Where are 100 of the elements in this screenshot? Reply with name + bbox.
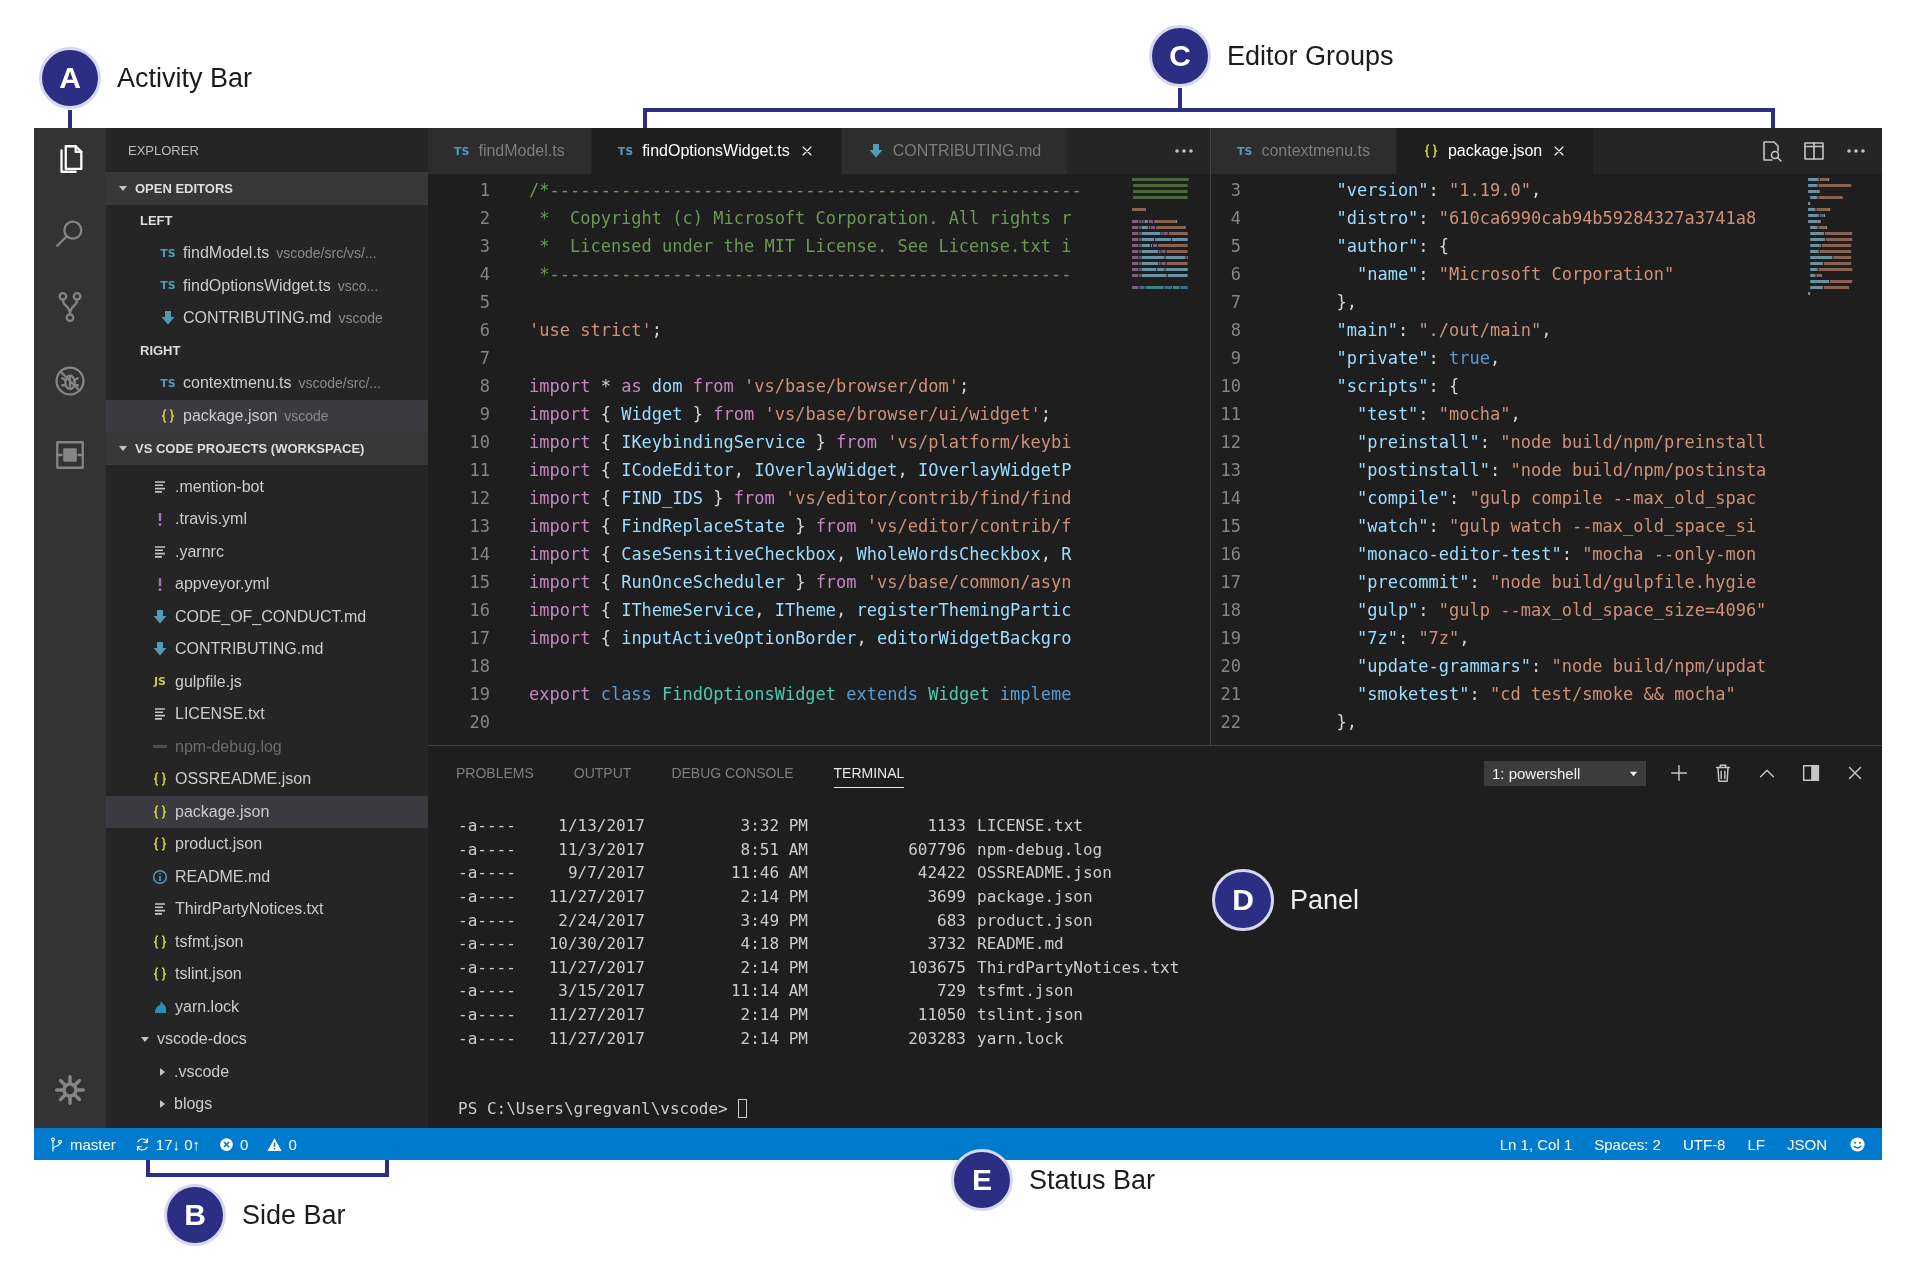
file-type-label: TS: [160, 376, 176, 390]
file-item[interactable]: .yarnrc: [106, 535, 428, 568]
file-type-label: TS: [160, 279, 176, 293]
code-line: * Copyright (c) Microsoft Corporation. All rights r: [538, 208, 1072, 228]
file-item[interactable]: yarn.lock: [106, 990, 428, 1023]
search-document-icon[interactable]: [1760, 139, 1784, 163]
file-item[interactable]: README.md: [106, 860, 428, 893]
editor-tab[interactable]: TS findModel.ts: [428, 128, 592, 174]
braces-icon: [152, 771, 168, 788]
file-item[interactable]: tslint.json: [106, 958, 428, 991]
file-item[interactable]: .mention-bot: [106, 470, 428, 503]
file-size: 3699: [926, 887, 966, 907]
file-item[interactable]: LICENSE.txt: [106, 698, 428, 731]
line-number: 19: [468, 684, 490, 704]
line-number: 5: [1229, 236, 1241, 256]
smiley-icon: [1849, 1135, 1866, 1153]
editor-tab[interactable]: TS contextmenu.ts: [1211, 128, 1397, 174]
line-number: 7: [1229, 292, 1241, 312]
open-editor-item[interactable]: TS findModel.ts vscode/src/vs/...: [106, 237, 428, 270]
callout-badge: B: [164, 1184, 226, 1246]
line-number: 4: [1229, 208, 1241, 228]
file-date: 11/27/2017: [547, 1028, 645, 1048]
settings-icon[interactable]: [54, 1074, 86, 1106]
open-editor-item[interactable]: TS contextmenu.ts vscode/src/...: [106, 367, 428, 400]
open-editor-item[interactable]: package.json vscode: [106, 399, 428, 432]
warnings-button[interactable]: 0: [266, 1135, 297, 1153]
editor-tab[interactable]: package.json: [1396, 128, 1595, 174]
file-item[interactable]: product.json: [106, 828, 428, 861]
file-item[interactable]: tsfmt.json: [106, 925, 428, 958]
code-line: "compile": "gulp compile --max_old_spac: [1355, 488, 1757, 508]
line-number: 9: [478, 404, 490, 424]
panel-tab[interactable]: OUTPUT: [573, 758, 632, 788]
folder-item[interactable]: blogs: [106, 1088, 428, 1121]
status-item[interactable]: JSON: [1787, 1135, 1827, 1153]
panel-tab[interactable]: DEBUG CONSOLE: [671, 758, 794, 788]
panel-tab[interactable]: TERMINAL: [833, 758, 905, 788]
section-header[interactable]: OPEN EDITORS: [106, 172, 428, 205]
line-number: 1: [478, 180, 490, 200]
group-label: LEFT: [139, 212, 174, 231]
panel-tab[interactable]: PROBLEMS: [456, 758, 534, 788]
split-editor-icon[interactable]: [1802, 139, 1826, 163]
caret-icon[interactable]: [157, 1099, 167, 1110]
caret-icon[interactable]: [157, 1066, 167, 1077]
open-editor-item[interactable]: CONTRIBUTING.md vscode: [106, 302, 428, 335]
sync-button[interactable]: 17↓ 0↑: [133, 1135, 201, 1153]
code-line: "private": true,: [1335, 348, 1501, 368]
braces-icon: [152, 803, 168, 820]
code-line: export class FindOptionsWidget extends Widget impleme: [529, 684, 1072, 704]
code-line: import { IThemeService, ITheme, registerThemingPartic: [529, 600, 1072, 620]
plus-icon[interactable]: [1668, 762, 1690, 784]
status-item[interactable]: UTF-8: [1682, 1135, 1726, 1153]
folder-item[interactable]: vscode-docs: [106, 1023, 428, 1056]
bar-icon: [152, 745, 168, 749]
editor-tab[interactable]: TS findOptionsWidget.ts: [591, 128, 842, 174]
callout-badge: A: [39, 47, 101, 109]
file-path: vscode: [338, 310, 383, 327]
feedback-button[interactable]: [1849, 1135, 1866, 1153]
file-name: README.md: [976, 934, 1064, 954]
file-item[interactable]: CODE_OF_CONDUCT.md: [106, 600, 428, 633]
callout-badge: E: [951, 1149, 1013, 1211]
code-line: "scripts": {: [1335, 376, 1460, 396]
open-editor-item[interactable]: TS findOptionsWidget.ts vsco...: [106, 269, 428, 302]
status-item[interactable]: LF: [1747, 1135, 1765, 1153]
line-number: 20: [468, 712, 490, 732]
callout-label: Activity Bar: [117, 62, 253, 94]
tab-title: CONTRIBUTING.md: [892, 142, 1042, 160]
line-number: 3: [478, 236, 490, 256]
problems-button[interactable]: 0: [218, 1135, 249, 1153]
file-mode: -a----: [458, 816, 517, 836]
extensions-icon[interactable]: [53, 438, 87, 472]
line-number: 4: [478, 264, 490, 284]
line-number: 13: [1219, 460, 1241, 480]
line-number: 5: [478, 292, 490, 312]
file-item[interactable]: ThirdPartyNotices.txt: [106, 893, 428, 926]
terminal-dropdown[interactable]: 1: powershell: [1484, 760, 1646, 786]
code-line: },: [1335, 292, 1357, 312]
file-item[interactable]: CONTRIBUTING.md: [106, 633, 428, 666]
line-number: 10: [1219, 376, 1241, 396]
file-date: 11/3/2017: [557, 839, 645, 859]
file-size: 42422: [916, 863, 966, 883]
file-item[interactable]: JS gulpfile.js: [106, 665, 428, 698]
file-item[interactable]: package.json: [106, 795, 428, 828]
folder-item[interactable]: .vscode: [106, 1055, 428, 1088]
file-item[interactable]: appveyor.yml: [106, 568, 428, 601]
bug-icon[interactable]: [53, 364, 87, 398]
section-header[interactable]: VS CODE PROJECTS (WORKSPACE): [106, 432, 428, 465]
branch-button[interactable]: master: [48, 1135, 116, 1153]
status-item[interactable]: Ln 1, Col 1: [1499, 1135, 1573, 1153]
file-item[interactable]: OSSREADME.json: [106, 763, 428, 796]
file-time: 11:14 AM: [729, 981, 808, 1001]
code-line: "author": {: [1335, 236, 1450, 256]
line-number: 13: [468, 516, 490, 536]
status-item[interactable]: Spaces: 2: [1594, 1135, 1661, 1153]
file-time: 4:18 PM: [739, 934, 808, 954]
file-size: 1133: [926, 816, 966, 836]
line-number: 12: [468, 488, 490, 508]
file-date: 11/27/2017: [547, 1005, 645, 1025]
file-item[interactable]: .travis.yml: [106, 503, 428, 536]
panel-layout-icon[interactable]: [1800, 762, 1822, 784]
file-date: 3/15/2017: [557, 981, 645, 1001]
